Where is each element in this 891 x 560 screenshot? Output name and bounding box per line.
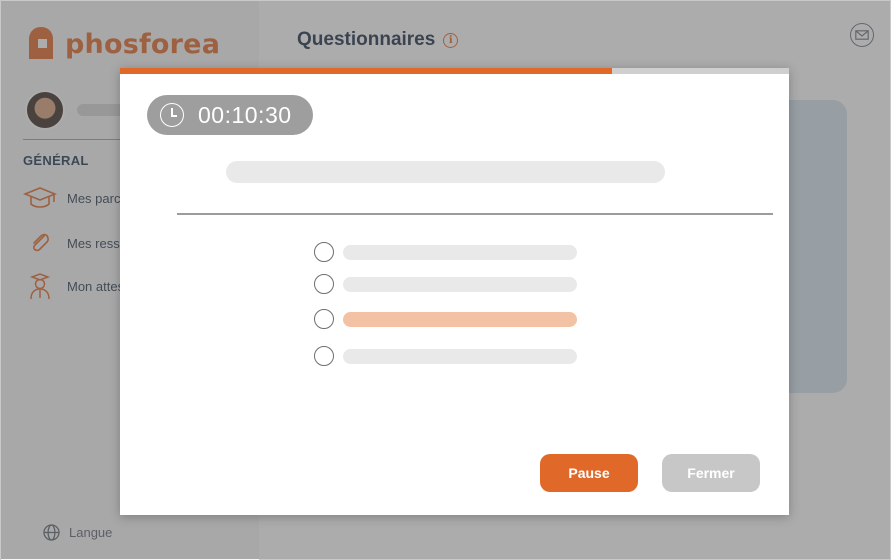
close-button[interactable]: Fermer: [662, 454, 760, 492]
quiz-modal: 00:10:30 Pause Fermer: [120, 68, 789, 515]
radio-button[interactable]: [314, 274, 334, 294]
question-text-placeholder: [226, 161, 665, 183]
radio-button[interactable]: [314, 346, 334, 366]
radio-button[interactable]: [314, 242, 334, 262]
clock-icon: [160, 103, 184, 127]
question-separator: [177, 213, 773, 215]
answer-text-placeholder: [343, 348, 577, 364]
answer-text-placeholder: [343, 276, 577, 292]
pause-button[interactable]: Pause: [540, 454, 638, 492]
timer: 00:10:30: [147, 95, 313, 135]
radio-button[interactable]: [314, 309, 334, 329]
answer-option-4[interactable]: [314, 346, 577, 366]
progress-bar: [120, 68, 789, 74]
progress-fill: [120, 68, 613, 74]
answer-option-3[interactable]: [314, 309, 577, 329]
timer-value: 00:10:30: [198, 101, 292, 128]
answer-option-1[interactable]: [314, 242, 577, 262]
answer-text-placeholder: [343, 244, 577, 260]
answer-option-2[interactable]: [314, 274, 577, 294]
app-window: phosforea GÉNÉRAL Mes parco: [0, 0, 891, 560]
answer-text-placeholder-selected: [343, 311, 577, 327]
